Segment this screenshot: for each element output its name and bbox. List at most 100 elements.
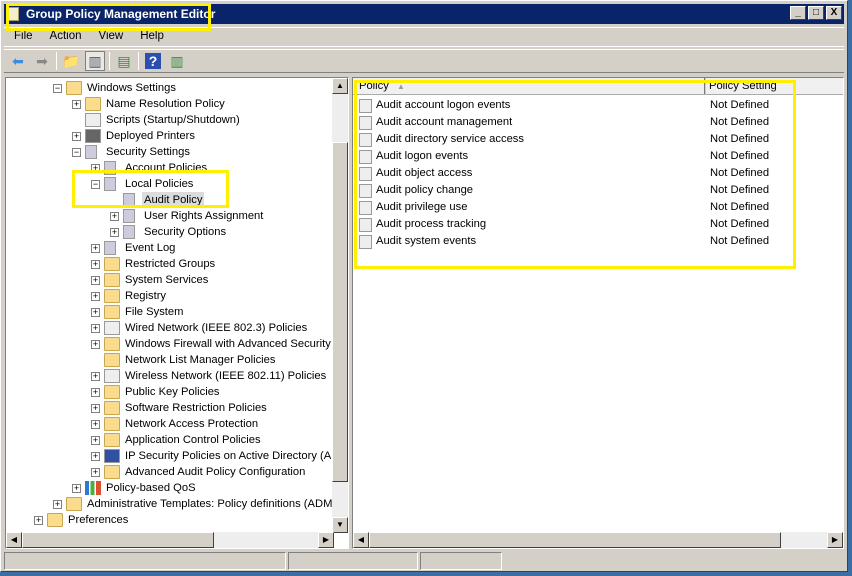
- expand-icon[interactable]: +: [91, 164, 100, 173]
- policy-row[interactable]: Audit process tracking Not Defined: [353, 216, 843, 233]
- maximize-button[interactable]: □: [808, 6, 824, 20]
- back-button[interactable]: ⬅: [8, 51, 28, 71]
- tree-item-label: Windows Settings: [87, 82, 176, 94]
- ip-security-icon: [104, 449, 120, 463]
- expand-icon[interactable]: +: [91, 372, 100, 381]
- policy-name: Audit policy change: [376, 184, 474, 196]
- expand-icon[interactable]: +: [91, 452, 100, 461]
- tree-item[interactable]: + Wireless Network (IEEE 802.11) Policies: [6, 368, 332, 384]
- policy-row[interactable]: Audit object access Not Defined: [353, 165, 843, 182]
- scroll-left-button[interactable]: ◀: [353, 532, 369, 548]
- tree-item[interactable]: + IP Security Policies on Active Director…: [6, 448, 339, 464]
- tree-item[interactable]: + Administrative Templates: Policy defini…: [6, 496, 340, 512]
- tree-item[interactable]: + Security Options: [6, 224, 332, 240]
- list-horizontal-scrollbar[interactable]: ◀ ▶: [353, 532, 843, 548]
- policy-row[interactable]: Audit system events Not Defined: [353, 233, 843, 250]
- scroll-right-button[interactable]: ▶: [318, 532, 334, 548]
- policy-row[interactable]: Audit account management Not Defined: [353, 114, 843, 131]
- tree-item[interactable]: + Software Restriction Policies: [6, 400, 332, 416]
- tree-item-label: Public Key Policies: [125, 386, 220, 398]
- export-list-button[interactable]: ▤: [114, 51, 134, 71]
- expand-icon[interactable]: +: [91, 420, 100, 429]
- h-scroll-thumb[interactable]: [22, 532, 214, 548]
- tree-item[interactable]: + Registry: [6, 288, 332, 304]
- menu-action[interactable]: Action: [40, 28, 89, 46]
- tree-item[interactable]: + Application Control Policies: [6, 432, 332, 448]
- tree-item[interactable]: + Advanced Audit Policy Configuration: [6, 464, 332, 480]
- tree-item[interactable]: + Wired Network (IEEE 802.3) Policies: [6, 320, 332, 336]
- action-pane-button[interactable]: ▥: [167, 51, 187, 71]
- tree-item[interactable]: + Public Key Policies: [6, 384, 332, 400]
- expand-icon[interactable]: +: [110, 212, 119, 221]
- expand-icon[interactable]: +: [72, 100, 81, 109]
- collapse-icon[interactable]: −: [91, 180, 100, 189]
- expand-icon[interactable]: +: [91, 436, 100, 445]
- scroll-left-button[interactable]: ◀: [6, 532, 22, 548]
- tree-item[interactable]: + Windows Firewall with Advanced Security: [6, 336, 332, 352]
- expand-icon[interactable]: +: [53, 500, 62, 509]
- expand-icon[interactable]: +: [91, 244, 100, 253]
- scroll-down-button[interactable]: ▼: [332, 517, 348, 533]
- tree-item[interactable]: Scripts (Startup/Shutdown): [6, 112, 332, 128]
- expand-icon[interactable]: +: [72, 484, 81, 493]
- show-hide-tree-button[interactable]: ▥: [85, 51, 105, 71]
- tree-item[interactable]: Network List Manager Policies: [6, 352, 332, 368]
- tree-item[interactable]: + System Services: [6, 272, 332, 288]
- help-button[interactable]: ?: [143, 51, 163, 71]
- expand-icon[interactable]: +: [91, 404, 100, 413]
- tree-item[interactable]: + Event Log: [6, 240, 332, 256]
- tree-item[interactable]: − Windows Settings: [6, 80, 332, 96]
- minimize-button[interactable]: _: [790, 6, 806, 20]
- secure-folder-icon: [104, 257, 120, 271]
- tree-vertical-scrollbar[interactable]: ▲ ▼: [332, 78, 348, 533]
- menu-file[interactable]: File: [4, 28, 40, 46]
- tree-item[interactable]: + Policy-based QoS: [6, 480, 332, 496]
- tree-item[interactable]: + Name Resolution Policy: [6, 96, 332, 112]
- scroll-up-button[interactable]: ▲: [332, 78, 348, 94]
- tree-item[interactable]: + Account Policies: [6, 160, 332, 176]
- close-button[interactable]: X: [826, 6, 842, 20]
- tree-item[interactable]: + Preferences: [6, 512, 332, 528]
- policy-row[interactable]: Audit logon events Not Defined: [353, 148, 843, 165]
- expand-icon[interactable]: +: [91, 276, 100, 285]
- column-header-policy[interactable]: Policy: [359, 80, 389, 92]
- tree-horizontal-scrollbar[interactable]: ◀ ▶: [6, 532, 334, 548]
- up-folder-button[interactable]: 📁: [61, 51, 81, 71]
- expand-icon[interactable]: +: [72, 132, 81, 141]
- script-icon: [85, 113, 101, 127]
- expand-icon[interactable]: +: [110, 228, 119, 237]
- tree-item[interactable]: − Local Policies: [6, 176, 332, 192]
- policy-row[interactable]: Audit policy change Not Defined: [353, 182, 843, 199]
- tree-item[interactable]: Audit Policy: [6, 192, 332, 208]
- menu-help[interactable]: Help: [130, 28, 171, 46]
- expand-icon[interactable]: +: [91, 388, 100, 397]
- tree-item[interactable]: + Restricted Groups: [6, 256, 332, 272]
- menu-bar: File Action View Help: [4, 27, 844, 47]
- tree-item[interactable]: + User Rights Assignment: [6, 208, 332, 224]
- expand-icon[interactable]: +: [34, 516, 43, 525]
- expand-icon[interactable]: +: [91, 308, 100, 317]
- policy-row[interactable]: Audit directory service access Not Define…: [353, 131, 843, 148]
- tree-item[interactable]: + Network Access Protection: [6, 416, 332, 432]
- column-header-policy-setting[interactable]: Policy Setting: [709, 80, 777, 92]
- collapse-icon[interactable]: −: [53, 84, 62, 93]
- forward-button[interactable]: ➡: [32, 51, 52, 71]
- tree-item-label: Policy-based QoS: [106, 482, 196, 494]
- expand-icon[interactable]: +: [91, 468, 100, 477]
- collapse-icon[interactable]: −: [72, 148, 81, 157]
- expand-icon[interactable]: +: [91, 340, 100, 349]
- menu-view[interactable]: View: [89, 28, 131, 46]
- tree-item[interactable]: − Security Settings: [6, 144, 332, 160]
- policy-row[interactable]: Audit account logon events Not Defined: [353, 97, 843, 114]
- policy-row[interactable]: Audit privilege use Not Defined: [353, 199, 843, 216]
- tree-item[interactable]: + Deployed Printers: [6, 128, 332, 144]
- h-scroll-thumb[interactable]: [369, 532, 781, 548]
- expand-icon[interactable]: +: [91, 292, 100, 301]
- scroll-thumb[interactable]: [332, 142, 348, 482]
- scroll-right-button[interactable]: ▶: [827, 532, 843, 548]
- expand-icon[interactable]: +: [91, 260, 100, 269]
- tree-item[interactable]: + File System: [6, 304, 332, 320]
- policy-name: Audit privilege use: [376, 201, 468, 213]
- expand-icon[interactable]: +: [91, 324, 100, 333]
- policy-name: Audit process tracking: [376, 218, 487, 230]
